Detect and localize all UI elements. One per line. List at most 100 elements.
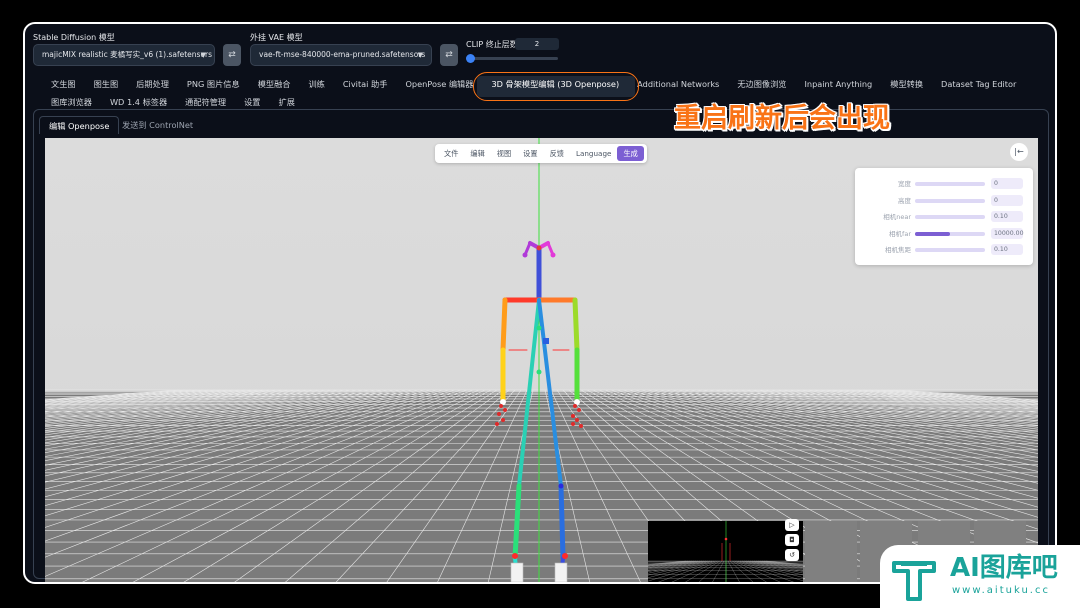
menu-item[interactable]: 视图: [491, 146, 517, 161]
skeleton-joint: [501, 418, 505, 422]
watermark-logo: AI图库吧 www.aituku.cc: [880, 545, 1080, 608]
camera-icon[interactable]: ◘: [785, 534, 799, 546]
reset-icon[interactable]: ↺: [785, 549, 799, 561]
skeleton-bone: [572, 297, 580, 353]
subtab-send-controlnet[interactable]: 发送到 ControlNet: [113, 116, 202, 134]
setting-label: 相机near: [883, 213, 911, 221]
tab-item[interactable]: 后期处理: [127, 76, 178, 92]
skeleton-joint: [573, 404, 577, 408]
tab-item[interactable]: 模型融合: [249, 76, 300, 92]
setting-value[interactable]: 0: [991, 194, 1023, 206]
transform-gizmo: [543, 338, 549, 344]
setting-label: 宽度: [898, 180, 911, 188]
setting-slider[interactable]: [915, 248, 985, 252]
setting-slider[interactable]: [915, 215, 985, 219]
tab-item[interactable]: 设置: [235, 94, 269, 110]
skeleton-joint: [558, 483, 564, 489]
tab-item[interactable]: 图库浏览器: [42, 94, 101, 110]
preview-render[interactable]: [455, 521, 997, 582]
swap-icon[interactable]: ⇄: [223, 44, 241, 66]
subtab-edit-openpose[interactable]: 编辑 Openpose: [39, 116, 120, 134]
tab-item[interactable]: 图生图: [85, 76, 128, 92]
menu-item[interactable]: 编辑: [464, 146, 490, 161]
setting-label: 高度: [898, 196, 911, 205]
chevron-down-icon: ▼: [200, 51, 206, 59]
skeleton-joint: [512, 553, 518, 559]
clip-slider-track[interactable]: [466, 57, 558, 60]
skeleton-joint: [503, 408, 507, 412]
sd-model-value: majicMIX realistic 麦橘写实_v6 (1).safetenso…: [42, 50, 215, 59]
skeleton-joint: [562, 553, 568, 559]
tab-item[interactable]: 模型转换: [881, 76, 932, 92]
tab-item[interactable]: WD 1.4 标签器: [101, 94, 176, 110]
preview-slot[interactable]: [805, 521, 857, 582]
clip-value-input[interactable]: 2: [515, 38, 559, 50]
skeleton-joint: [536, 369, 542, 375]
setting-label: 相机far: [889, 229, 911, 238]
setting-slider-fill: [915, 231, 950, 236]
editor-menubar: 文件 编辑 视图 设置 反馈 Language 生成: [435, 144, 647, 163]
tab-item[interactable]: Dataset Tag Editor: [932, 76, 1025, 92]
skeleton-joint: [497, 412, 501, 416]
vae-model-select[interactable]: vae-ft-mse-840000-ema-pruned.safetensors…: [250, 44, 432, 66]
clip-slider-thumb[interactable]: [466, 54, 475, 63]
skeleton-joint: [579, 424, 583, 428]
skeleton-joint: [495, 422, 499, 426]
skeleton-foot: [510, 562, 524, 582]
setting-slider[interactable]: [915, 231, 985, 236]
tab-item[interactable]: 训练: [299, 76, 333, 92]
setting-row: 相机near 0.10: [855, 211, 1033, 223]
tab-item[interactable]: Civitai 助手: [334, 76, 397, 92]
tab-item[interactable]: 文生图: [42, 76, 85, 92]
tab-item[interactable]: OpenPose 编辑器: [396, 76, 482, 92]
skeleton-joint: [499, 404, 503, 408]
setting-value[interactable]: 10000.00: [991, 227, 1024, 239]
menu-item[interactable]: 设置: [517, 146, 543, 161]
skeleton-joint: [536, 325, 542, 331]
skeleton-joint: [550, 252, 556, 258]
menu-item[interactable]: 文件: [438, 146, 464, 161]
setting-row: 宽度 0: [855, 178, 1033, 190]
preview-scene: [455, 521, 997, 582]
openpose-3d-viewport[interactable]: 文件 编辑 视图 设置 反馈 Language 生成 |← 宽度 0 高度 0 相机near 0.10…: [45, 138, 1038, 582]
overlay-caption: 重启刷新后会出现: [674, 103, 890, 134]
skeleton-joint: [522, 252, 528, 258]
watermark-url: www.aituku.cc: [952, 585, 1050, 596]
tab-item[interactable]: Additional Networks: [628, 76, 728, 92]
skeleton-joint: [571, 422, 575, 426]
active-tab-highlight-ring: [473, 72, 639, 101]
tab-item[interactable]: 无边图像浏览: [728, 76, 795, 92]
setting-slider[interactable]: [915, 198, 985, 203]
skeleton-foot: [554, 562, 568, 582]
setting-row: 相机far 10000.00: [855, 227, 1033, 240]
setting-label: 相机焦距: [885, 246, 911, 254]
tab-item[interactable]: 扩展: [270, 94, 304, 110]
play-icon[interactable]: ▷: [785, 519, 799, 531]
tab-item[interactable]: Inpaint Anything: [795, 76, 881, 92]
setting-value[interactable]: 0.10: [991, 244, 1023, 255]
vae-model-value: vae-ft-mse-840000-ema-pruned.safetensors: [259, 50, 426, 59]
menu-item[interactable]: 反馈: [544, 146, 570, 161]
setting-value[interactable]: 0.10: [991, 211, 1023, 222]
setting-row: 相机焦距 0.10: [855, 244, 1033, 256]
watermark-title: AI图库吧: [950, 553, 1058, 583]
menu-item[interactable]: Language: [570, 146, 617, 161]
setting-slider[interactable]: [915, 182, 985, 186]
skeleton-joint: [516, 483, 522, 489]
chevron-down-icon: ▼: [417, 51, 423, 59]
setting-value[interactable]: 0: [991, 178, 1023, 189]
refresh-vae-icon[interactable]: ⇄: [440, 44, 458, 66]
skeleton-bone: [558, 483, 566, 561]
skeleton-joint: [575, 418, 579, 422]
tab-item[interactable]: 通配符管理: [176, 94, 235, 110]
sd-model-select[interactable]: majicMIX realistic 麦橘写实_v6 (1).safetenso…: [33, 44, 215, 66]
aituku-logo-icon: [892, 561, 936, 601]
collapse-panel-icon[interactable]: |←: [1010, 143, 1028, 161]
camera-settings-panel: 宽度 0 高度 0 相机near 0.10 相机far 10000.00 相机焦距 0.10: [855, 168, 1033, 265]
menu-item[interactable]: 生成: [617, 146, 644, 161]
clip-label: CLIP 终止层数: [466, 40, 518, 49]
tab-item[interactable]: PNG 图片信息: [178, 76, 249, 92]
skeleton-joint: [536, 245, 542, 251]
skeleton-joint: [577, 408, 581, 412]
sd-model-label: Stable Diffusion 模型: [33, 33, 115, 42]
